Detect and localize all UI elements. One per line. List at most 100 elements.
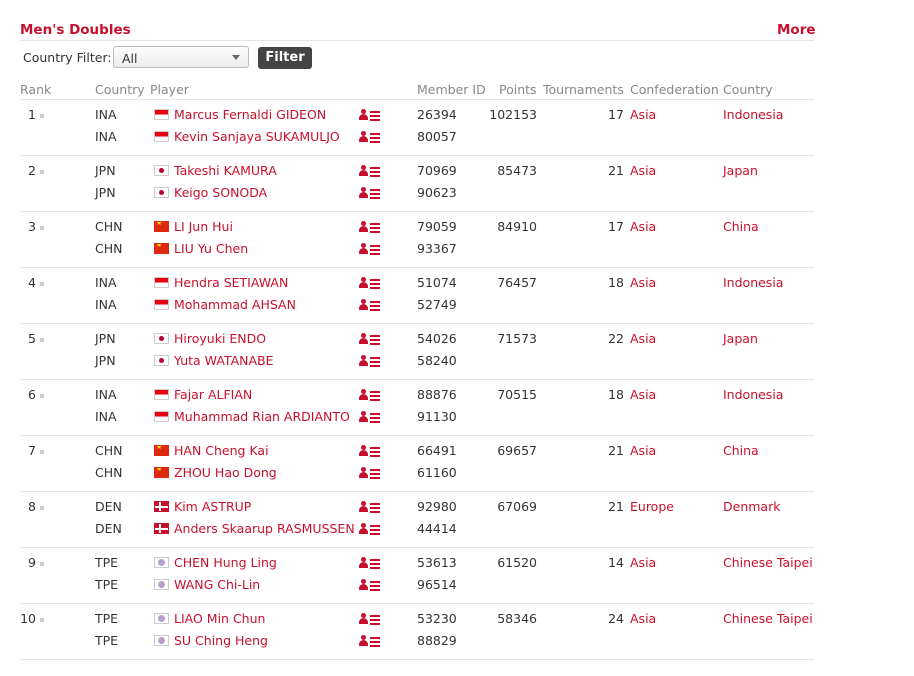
player-profile-icon[interactable] [359, 388, 381, 402]
confederation-link[interactable]: Asia [630, 275, 656, 290]
country-code: CHN [95, 465, 123, 480]
country-code: JPN [95, 185, 116, 200]
player-profile-icon[interactable] [359, 164, 381, 178]
more-link[interactable]: More [777, 22, 816, 38]
player-profile-icon[interactable] [359, 410, 381, 424]
confederation-link[interactable]: Asia [630, 163, 656, 178]
player-name-link[interactable]: Hendra SETIAWAN [174, 275, 288, 290]
player-profile-icon[interactable] [359, 354, 381, 368]
tournaments-value: 22 [608, 331, 624, 346]
rank-change-icon [40, 505, 44, 510]
member-id: 58240 [417, 353, 457, 368]
filter-button[interactable]: Filter [258, 47, 312, 69]
points-value: 70515 [497, 387, 537, 402]
confederation-link[interactable]: Asia [630, 107, 656, 122]
player-name-link[interactable]: LIAO Min Chun [174, 611, 265, 626]
player-profile-icon[interactable] [359, 444, 381, 458]
player-profile-icon[interactable] [359, 612, 381, 626]
divider [20, 40, 814, 41]
player-name-link[interactable]: LIU Yu Chen [174, 241, 248, 256]
rank-cell: 9 [14, 555, 44, 570]
confederation-link[interactable]: Asia [630, 555, 656, 570]
tournaments-value: 18 [608, 275, 624, 290]
rank-cell: 4 [14, 275, 44, 290]
country-code: INA [95, 387, 117, 402]
country-code: TPE [95, 611, 119, 626]
rank-change-icon [40, 337, 44, 342]
tournaments-value: 24 [608, 611, 624, 626]
player-profile-icon[interactable] [359, 186, 381, 200]
player-profile-icon[interactable] [359, 130, 381, 144]
player-profile-icon[interactable] [359, 242, 381, 256]
tournaments-value: 21 [608, 163, 624, 178]
player-name-link[interactable]: Hiroyuki ENDO [174, 331, 266, 346]
player-profile-icon[interactable] [359, 220, 381, 234]
player-name-link[interactable]: Muhammad Rian ARDIANTO [174, 409, 350, 424]
country-link[interactable]: China [723, 219, 759, 234]
country-filter-select[interactable]: All [113, 46, 249, 68]
player-name-link[interactable]: Keigo SONODA [174, 185, 267, 200]
player-name-link[interactable]: CHEN Hung Ling [174, 555, 277, 570]
country-code: CHN [95, 443, 123, 458]
confederation-link[interactable]: Asia [630, 331, 656, 346]
player-name-link[interactable]: Yuta WATANABE [174, 353, 274, 368]
player-name-link[interactable]: Kim ASTRUP [174, 499, 251, 514]
country-link[interactable]: Japan [723, 163, 758, 178]
flag-icon [154, 411, 169, 422]
player-profile-icon[interactable] [359, 298, 381, 312]
rank-cell: 2 [14, 163, 44, 178]
player-name-link[interactable]: SU Ching Heng [174, 633, 268, 648]
player-name-link[interactable]: WANG Chi-Lin [174, 577, 260, 592]
confederation-link[interactable]: Asia [630, 219, 656, 234]
player-name-link[interactable]: Takeshi KAMURA [174, 163, 277, 178]
rank-value: 1 [28, 107, 36, 122]
country-link[interactable]: Indonesia [723, 107, 783, 122]
country-link[interactable]: Denmark [723, 499, 780, 514]
tournaments-value: 21 [608, 443, 624, 458]
member-id: 66491 [417, 443, 457, 458]
player-name-link[interactable]: HAN Cheng Kai [174, 443, 269, 458]
player-profile-icon[interactable] [359, 500, 381, 514]
player-name-link[interactable]: LI Jun Hui [174, 219, 233, 234]
points-value: 71573 [497, 331, 537, 346]
country-link[interactable]: Indonesia [723, 275, 783, 290]
player-name-link[interactable]: Kevin Sanjaya SUKAMULJO [174, 129, 340, 144]
member-id: 90623 [417, 185, 457, 200]
player-profile-icon[interactable] [359, 466, 381, 480]
confederation-link[interactable]: Asia [630, 387, 656, 402]
flag-icon [154, 221, 169, 232]
confederation-link[interactable]: Asia [630, 611, 656, 626]
ranking-row: 4 INA Hendra SETIAWAN 51074 INA Mohammad AHSA… [0, 268, 914, 324]
player-profile-icon[interactable] [359, 522, 381, 536]
player-profile-icon[interactable] [359, 108, 381, 122]
player-profile-icon[interactable] [359, 332, 381, 346]
rank-value: 9 [28, 555, 36, 570]
country-code: TPE [95, 555, 119, 570]
rank-change-icon [40, 561, 44, 566]
country-filter-value: All [122, 51, 138, 66]
player-profile-icon[interactable] [359, 556, 381, 570]
player-profile-icon[interactable] [359, 634, 381, 648]
confederation-link[interactable]: Europe [630, 499, 674, 514]
country-code: JPN [95, 353, 116, 368]
points-value: 85473 [497, 163, 537, 178]
header-tournaments: Tournaments [543, 82, 624, 97]
player-profile-icon[interactable] [359, 276, 381, 290]
country-link[interactable]: Chinese Taipei [723, 611, 813, 626]
player-name-link[interactable]: ZHOU Hao Dong [174, 465, 277, 480]
player-name-link[interactable]: Mohammad AHSAN [174, 297, 296, 312]
rank-change-icon [40, 113, 44, 118]
country-link[interactable]: China [723, 443, 759, 458]
points-value: 58346 [497, 611, 537, 626]
player-name-link[interactable]: Anders Skaarup RASMUSSEN [174, 521, 355, 536]
confederation-link[interactable]: Asia [630, 443, 656, 458]
country-link[interactable]: Indonesia [723, 387, 783, 402]
rank-change-icon [40, 393, 44, 398]
country-link[interactable]: Chinese Taipei [723, 555, 813, 570]
country-link[interactable]: Japan [723, 331, 758, 346]
flag-icon [154, 523, 169, 534]
member-id: 70969 [417, 163, 457, 178]
player-name-link[interactable]: Fajar ALFIAN [174, 387, 252, 402]
player-profile-icon[interactable] [359, 578, 381, 592]
player-name-link[interactable]: Marcus Fernaldi GIDEON [174, 107, 326, 122]
